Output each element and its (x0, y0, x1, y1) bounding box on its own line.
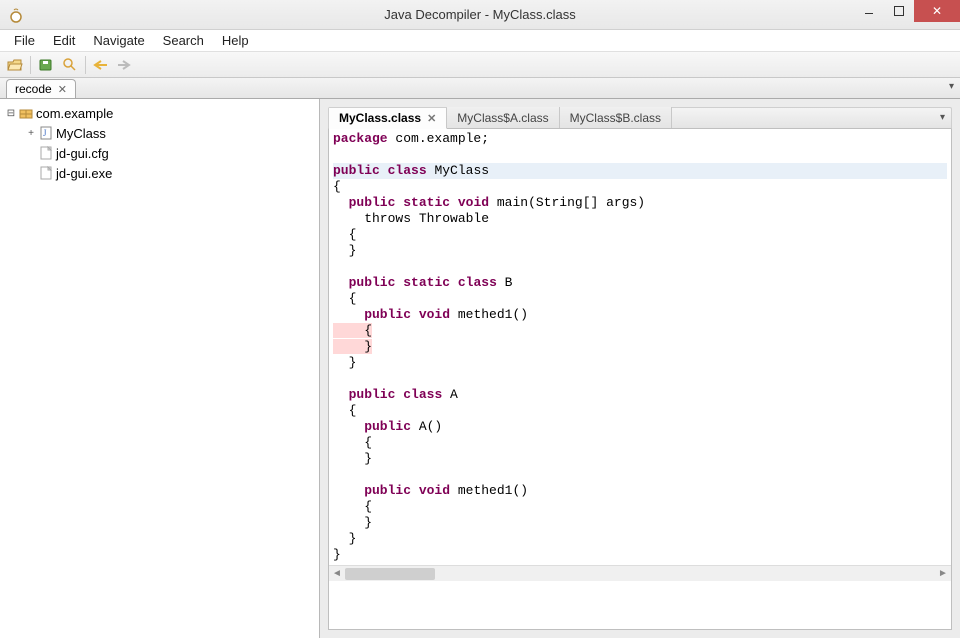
code-content: package com.example; public class MyClas… (329, 129, 951, 565)
sidebar-tabstrip: recode ✕ ▾ (0, 78, 960, 99)
app-icon (8, 7, 24, 23)
package-icon (18, 105, 34, 121)
open-icon[interactable] (4, 55, 26, 75)
menu-file[interactable]: File (6, 31, 43, 50)
tree-node-file[interactable]: jd-gui.cfg (2, 143, 317, 163)
tree-label: jd-gui.cfg (56, 146, 109, 161)
save-icon[interactable] (35, 55, 57, 75)
tabs-overflow-icon[interactable]: ▾ (940, 112, 945, 123)
minimize-button[interactable] (854, 0, 884, 22)
window-controls: ✕ (854, 0, 960, 22)
toolbar-separator (85, 56, 86, 74)
editor-tab[interactable]: MyClass$A.class (447, 107, 559, 128)
editor-tab-label: MyClass$B.class (570, 111, 661, 125)
file-icon (38, 165, 54, 181)
scroll-left-icon[interactable]: ◄ (329, 568, 345, 579)
editor-tab-label: MyClass.class (339, 111, 421, 125)
find-icon[interactable] (59, 55, 81, 75)
sidebar-tab-label: recode (15, 82, 52, 96)
scroll-right-icon[interactable]: ► (935, 568, 951, 579)
sidebar-tree: ⊟ com.example + J MyClass jd-gui.cfg (0, 99, 320, 638)
collapse-icon[interactable]: ⊟ (6, 108, 16, 119)
svg-text:J: J (43, 128, 47, 138)
sidebar-tab-recode[interactable]: recode ✕ (6, 79, 76, 98)
menu-navigate[interactable]: Navigate (85, 31, 152, 50)
file-icon (38, 145, 54, 161)
forward-icon[interactable] (114, 55, 136, 75)
editor-area: MyClass.class ✕ MyClass$A.class MyClass$… (320, 99, 960, 638)
close-icon[interactable]: ✕ (427, 112, 436, 125)
toolbar-separator (30, 56, 31, 74)
tree-label: MyClass (56, 126, 106, 141)
toolbar (0, 52, 960, 78)
tree-label: jd-gui.exe (56, 166, 112, 181)
window-title: Java Decompiler - MyClass.class (384, 7, 575, 22)
tree-node-package[interactable]: ⊟ com.example (2, 103, 317, 123)
close-icon[interactable]: ✕ (58, 83, 67, 96)
editor-tab-label: MyClass$A.class (457, 111, 548, 125)
menu-bar: File Edit Navigate Search Help (0, 30, 960, 52)
title-bar: Java Decompiler - MyClass.class ✕ (0, 0, 960, 30)
tree-node-file[interactable]: jd-gui.exe (2, 163, 317, 183)
class-icon: J (38, 125, 54, 141)
editor-tabstrip: MyClass.class ✕ MyClass$A.class MyClass$… (328, 107, 952, 129)
editor-tab[interactable]: MyClass.class ✕ (329, 108, 447, 129)
menu-help[interactable]: Help (214, 31, 257, 50)
code-viewer[interactable]: package com.example; public class MyClas… (328, 129, 952, 630)
tree-node-class[interactable]: + J MyClass (2, 123, 317, 143)
menu-edit[interactable]: Edit (45, 31, 83, 50)
main-area: ⊟ com.example + J MyClass jd-gui.cfg (0, 99, 960, 638)
menu-search[interactable]: Search (155, 31, 212, 50)
maximize-button[interactable] (884, 0, 914, 22)
tree-label: com.example (36, 106, 113, 121)
horizontal-scrollbar[interactable]: ◄ ► (329, 565, 951, 581)
editor-tab[interactable]: MyClass$B.class (560, 107, 672, 128)
close-button[interactable]: ✕ (914, 0, 960, 22)
expand-icon[interactable]: + (26, 128, 36, 139)
scrollbar-thumb[interactable] (345, 568, 435, 580)
tabs-overflow-icon[interactable]: ▾ (949, 81, 954, 92)
back-icon[interactable] (90, 55, 112, 75)
